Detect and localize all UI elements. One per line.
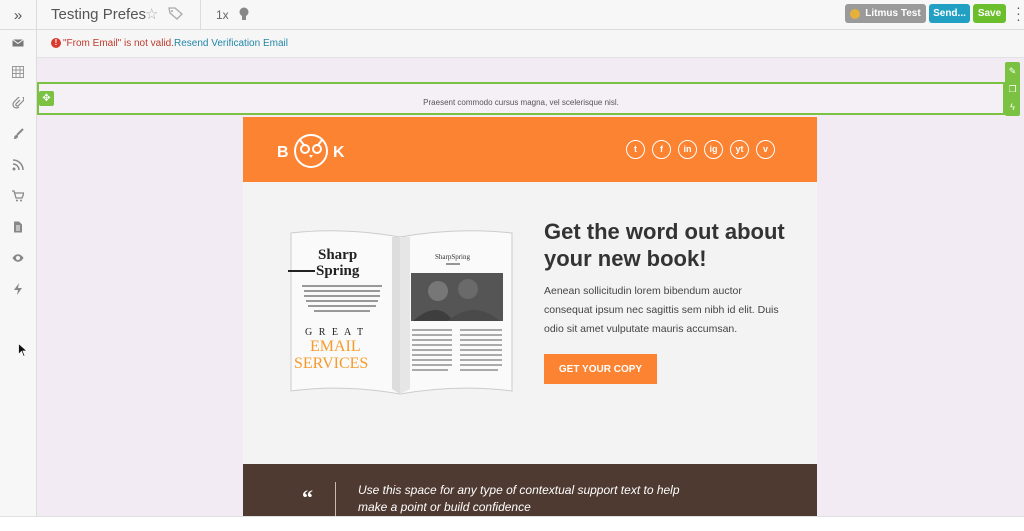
top-toolbar: » Testing Prefes ☆ 1x Litmus Test Send..… xyxy=(0,0,1024,30)
eye-icon[interactable] xyxy=(12,252,24,264)
quote-text: Use this space for any type of contextua… xyxy=(358,483,680,514)
preheader-block[interactable]: Praesent commodo cursus magna, vel scele… xyxy=(37,82,1005,115)
sidebar xyxy=(0,30,37,531)
twitter-icon[interactable]: t xyxy=(626,140,645,159)
block-tools: ✎ ❐ ϟ xyxy=(1005,62,1020,116)
cart-icon[interactable] xyxy=(12,190,24,202)
lightbulb-icon[interactable] xyxy=(238,7,250,22)
social-icons: t f in ig yt v xyxy=(626,140,782,160)
vimeo-icon[interactable]: v xyxy=(756,140,775,159)
book-services: SERVICES xyxy=(294,355,368,372)
email-body-text[interactable]: Aenean sollicitudin lorem bibendum aucto… xyxy=(544,282,789,339)
email-header[interactable]: B K t f in ig yt v xyxy=(243,117,817,182)
duplicate-icon[interactable]: ❐ xyxy=(1005,80,1020,98)
email-title[interactable]: Testing Prefes xyxy=(51,6,146,23)
move-block-icon[interactable]: ✥ xyxy=(39,91,54,106)
brush-icon[interactable] xyxy=(12,128,24,140)
envelope-icon[interactable] xyxy=(12,37,24,49)
book-great: G R E A T xyxy=(305,327,365,338)
error-icon: ! xyxy=(51,38,61,48)
alert-message: "From Email" is not valid. xyxy=(63,38,175,49)
instagram-icon[interactable]: ig xyxy=(704,140,723,159)
preheader-text: Praesent commodo cursus magna, vel scele… xyxy=(423,98,619,107)
paperclip-icon[interactable] xyxy=(12,97,24,109)
book-title-1: Sharp xyxy=(318,247,357,263)
bolt-icon[interactable] xyxy=(12,283,24,295)
toolbar-divider xyxy=(200,0,201,30)
bottom-strip xyxy=(0,516,1024,531)
get-your-copy-button[interactable]: GET YOUR COPY xyxy=(544,354,657,384)
table-icon[interactable] xyxy=(12,66,24,78)
more-options-icon[interactable]: · · · xyxy=(1016,0,1021,26)
document-icon[interactable] xyxy=(12,221,24,233)
star-icon[interactable]: ☆ xyxy=(145,5,158,23)
save-button[interactable]: Save xyxy=(973,4,1006,23)
owl-logo-icon xyxy=(294,134,328,168)
book-email: EMAIL xyxy=(310,338,361,355)
book-title-2: Spring xyxy=(316,263,360,279)
validation-alert: ! "From Email" is not valid. Resend Veri… xyxy=(37,30,1024,58)
email-headline[interactable]: Get the word out about your new book! xyxy=(544,218,804,272)
send-button[interactable]: Send... xyxy=(929,4,970,23)
edit-pencil-icon[interactable]: ✎ xyxy=(1005,62,1020,80)
bolt-action-icon[interactable]: ϟ xyxy=(1005,98,1020,116)
tag-icon[interactable] xyxy=(168,7,183,20)
mouse-cursor-icon xyxy=(18,343,27,357)
resend-verification-link[interactable]: Resend Verification Email xyxy=(174,38,288,49)
expand-sidebar-button[interactable]: » xyxy=(0,0,37,30)
litmus-test-button[interactable]: Litmus Test xyxy=(845,4,926,23)
book-right-header: SharpSpring xyxy=(435,253,471,261)
litmus-logo-icon xyxy=(850,8,861,19)
zoom-level[interactable]: 1x xyxy=(216,8,229,22)
linkedin-icon[interactable]: in xyxy=(678,140,697,159)
youtube-icon[interactable]: yt xyxy=(730,140,749,159)
email-body: B K t f in ig yt v Sharp Spring G R E A … xyxy=(243,117,817,531)
quote-mark-icon: “ xyxy=(302,485,313,510)
book-image: Sharp Spring G R E A T EMAIL SERVICES Sh… xyxy=(288,230,513,395)
facebook-icon[interactable]: f xyxy=(652,140,671,159)
rss-icon[interactable] xyxy=(12,159,24,171)
